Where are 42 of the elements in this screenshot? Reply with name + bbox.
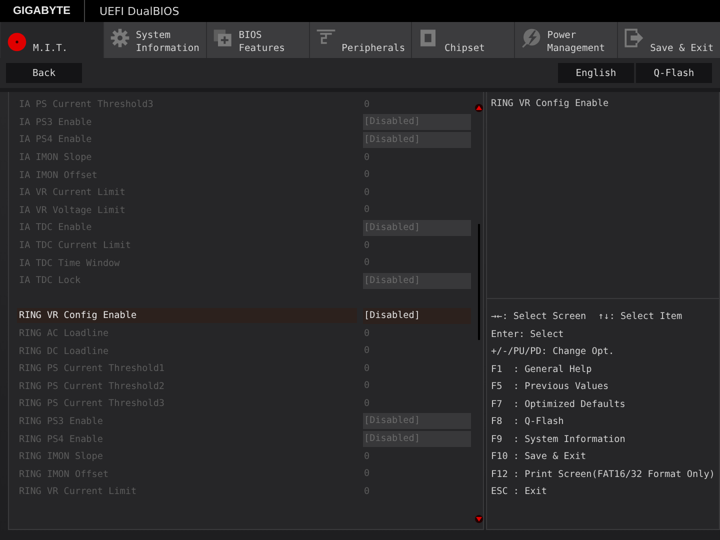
- help-text: RING VR Config Enable: [491, 97, 610, 111]
- tab-label[interactable]: Chipset: [444, 42, 485, 58]
- key-hint: F12 : Print Screen(FAT16/32 Format Only): [491, 468, 715, 482]
- gear-icon: [110, 28, 130, 48]
- nav-tab[interactable]: Peripherals: [308, 22, 412, 58]
- back-button[interactable]: Back: [6, 63, 82, 83]
- lightning-icon: [521, 28, 542, 48]
- chip-icon: [418, 28, 438, 48]
- nav-tab[interactable]: Save & Exit: [617, 22, 720, 58]
- key-hint: ↑↓: Select Item: [598, 310, 682, 324]
- key-hint: F8 : Q-Flash: [491, 415, 565, 429]
- key-hint: F9 : System Information: [491, 432, 626, 446]
- exit-icon: [624, 28, 644, 48]
- key-hint: F7 : Optimized Defaults: [491, 398, 626, 412]
- nav-tab[interactable]: M.I.T.: [0, 22, 103, 58]
- key-hint: F1 : General Help: [491, 362, 593, 376]
- tab-label[interactable]: BIOS Features: [238, 29, 285, 58]
- window-title: UEFI DualBIOS: [98, 4, 180, 18]
- option-value[interactable]: [Disabled]: [363, 308, 471, 324]
- tab-label[interactable]: Power Management: [547, 29, 606, 58]
- key-hint: ESC : Exit: [491, 485, 548, 499]
- key-hint: Enter: Select: [491, 328, 565, 342]
- key-hint: F5 : Previous Values: [491, 380, 610, 394]
- tab-label[interactable]: System Information: [136, 29, 200, 58]
- nav-tab[interactable]: System Information: [102, 22, 206, 58]
- key-hint: +/-/PU/PD: Change Opt.: [491, 345, 616, 359]
- key-hint: F10 : Save & Exit: [491, 450, 588, 464]
- nav-tab[interactable]: Chipset: [411, 22, 514, 58]
- toolbar-button[interactable]: Q-Flash: [636, 63, 712, 83]
- key-hint: →←: Select Screen: [491, 310, 586, 324]
- tab-label[interactable]: Peripherals: [342, 42, 406, 58]
- tab-label[interactable]: Save & Exit: [650, 42, 714, 58]
- scroll-up-icon[interactable]: [475, 104, 483, 112]
- setting-label[interactable]: RING VR Config Enable: [17, 308, 357, 324]
- nav-tab[interactable]: Power Management: [514, 22, 618, 58]
- chip-stack-icon: [212, 28, 233, 48]
- nav-tab[interactable]: BIOS Features: [206, 22, 309, 58]
- circle-icon: [7, 32, 27, 52]
- toolbar-button[interactable]: English: [558, 63, 634, 83]
- scroll-down-icon[interactable]: [475, 515, 483, 523]
- scrollbar-thumb[interactable]: [478, 224, 480, 340]
- tab-label[interactable]: M.I.T.: [33, 42, 68, 58]
